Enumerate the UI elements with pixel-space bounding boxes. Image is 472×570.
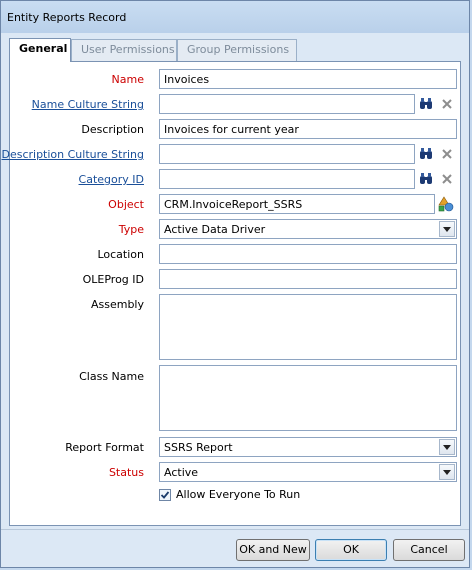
name-culture-input[interactable] [159, 94, 415, 114]
object-label: Object [108, 198, 144, 211]
footer-separator [1, 529, 469, 530]
oleprog-id-label: OLEProg ID [82, 273, 144, 286]
report-format-value: SSRS Report [164, 441, 233, 454]
object-shapes-icon[interactable] [436, 194, 456, 214]
tab-group-permissions[interactable]: Group Permissions [177, 39, 297, 61]
clear-x-icon[interactable] [437, 94, 457, 114]
type-select[interactable]: Active Data Driver [159, 219, 457, 239]
report-format-select[interactable]: SSRS Report [159, 437, 457, 457]
status-label: Status [108, 466, 144, 479]
status-value: Active [164, 466, 199, 479]
assembly-textarea[interactable] [159, 294, 457, 360]
description-input[interactable]: Invoices for current year [159, 119, 457, 139]
description-label: Description [81, 123, 144, 136]
tab-user-permissions[interactable]: User Permissions [71, 39, 177, 61]
binoculars-icon[interactable] [416, 169, 436, 189]
clear-x-icon[interactable] [437, 144, 457, 164]
general-panel: Name Invoices Name Culture String Descri… [1, 61, 461, 526]
binoculars-icon[interactable] [416, 94, 436, 114]
chevron-down-icon[interactable] [439, 221, 455, 237]
oleprog-id-input[interactable] [159, 269, 457, 289]
description-culture-link[interactable]: Description Culture String [1, 148, 144, 161]
clear-x-icon[interactable] [437, 169, 457, 189]
category-id-link[interactable]: Category ID [79, 173, 144, 186]
ok-and-new-button[interactable]: OK and New [236, 539, 310, 561]
cancel-button[interactable]: Cancel [393, 539, 465, 561]
checkmark-icon [160, 491, 170, 499]
allow-everyone-label: Allow Everyone To Run [176, 488, 301, 501]
entity-reports-window: Entity Reports Record General User Permi… [0, 0, 470, 568]
class-name-label: Class Name [79, 370, 144, 383]
report-format-label: Report Format [65, 441, 144, 454]
tab-general[interactable]: General [9, 38, 71, 62]
chevron-down-icon[interactable] [439, 464, 455, 480]
name-label: Name [111, 73, 144, 86]
binoculars-icon[interactable] [416, 144, 436, 164]
category-id-input[interactable] [159, 169, 415, 189]
name-input[interactable]: Invoices [159, 69, 457, 89]
class-name-textarea[interactable] [159, 365, 457, 431]
status-select[interactable]: Active [159, 462, 457, 482]
description-culture-input[interactable] [159, 144, 415, 164]
chevron-down-icon[interactable] [439, 439, 455, 455]
name-culture-link[interactable]: Name Culture String [32, 98, 144, 111]
assembly-label: Assembly [90, 298, 144, 311]
type-label: Type [118, 223, 144, 236]
location-label: Location [97, 248, 144, 261]
location-input[interactable] [159, 244, 457, 264]
ok-button[interactable]: OK [315, 539, 387, 561]
title-bar: Entity Reports Record [1, 1, 469, 33]
object-input[interactable]: CRM.InvoiceReport_SSRS [159, 194, 435, 214]
allow-everyone-checkbox[interactable] [159, 489, 171, 501]
type-value: Active Data Driver [164, 223, 266, 236]
window-title: Entity Reports Record [7, 11, 127, 24]
